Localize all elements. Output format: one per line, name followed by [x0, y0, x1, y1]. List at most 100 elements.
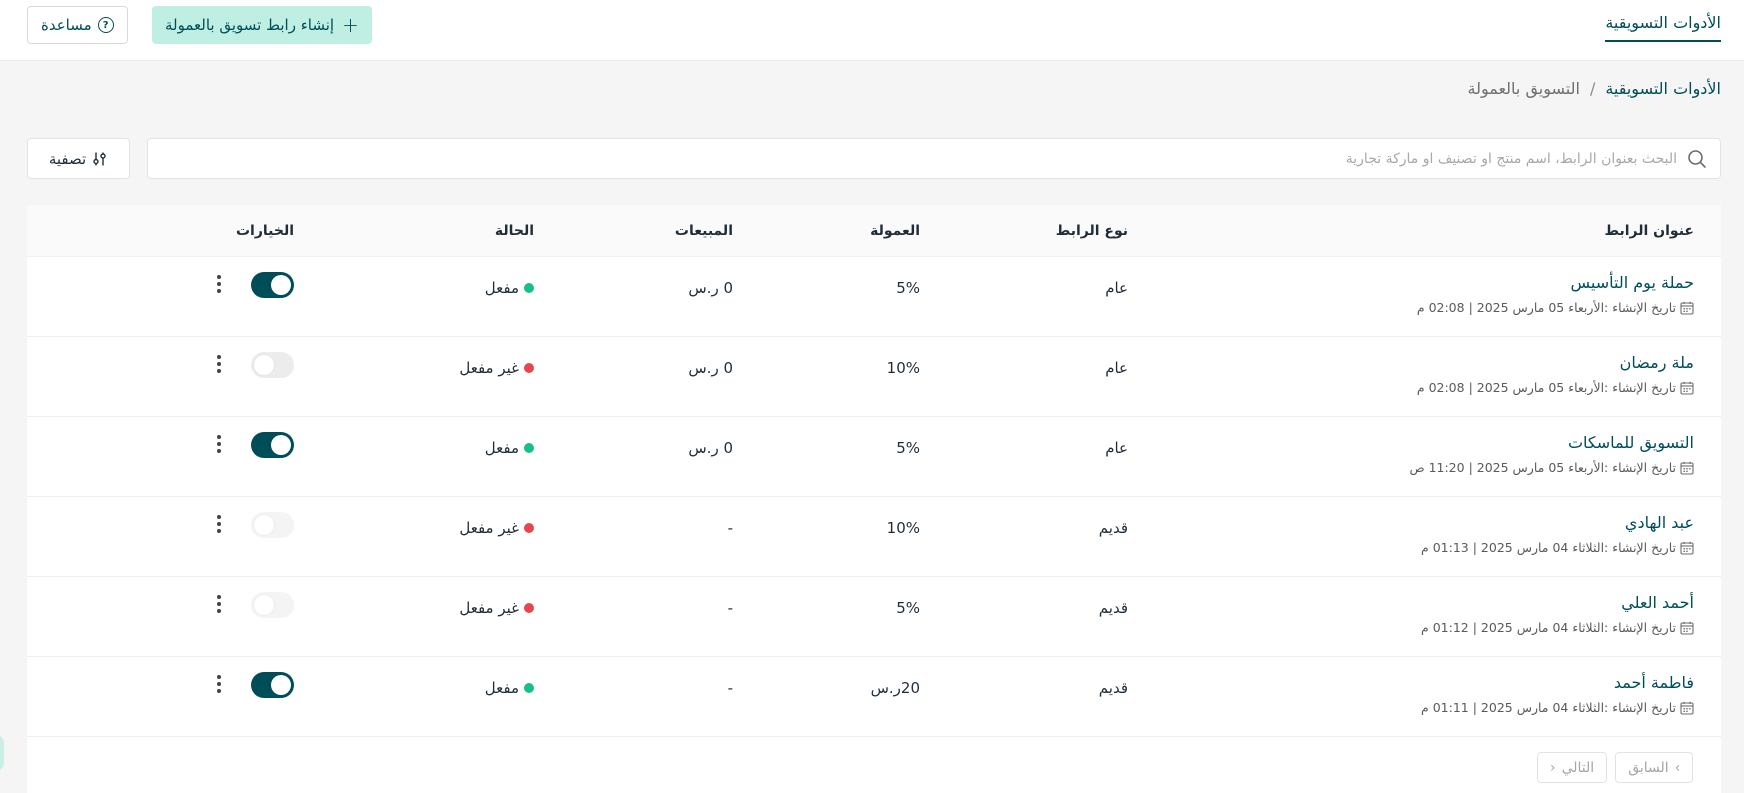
commission-value: 10% [886, 519, 920, 537]
status-dot-icon [524, 523, 534, 533]
status-label: مفعل [484, 679, 519, 697]
column-header-commission: العمولة [870, 223, 920, 239]
status-dot-icon [524, 283, 534, 293]
status-toggle[interactable] [251, 432, 294, 458]
commission-value: 5% [896, 599, 920, 617]
created-date: تاريخ الإنشاء :الأربعاء 05 مارس 2025 | 1… [1409, 460, 1694, 475]
status-toggle[interactable] [251, 512, 294, 538]
toggle-knob [271, 275, 291, 295]
created-date: تاريخ الإنشاء :الثلاثاء 04 مارس 2025 | 0… [1421, 540, 1694, 555]
more-options-icon[interactable] [212, 674, 226, 694]
commission-value: 10% [886, 359, 920, 377]
status-label: مفعل [484, 439, 519, 457]
toggle-knob [271, 675, 291, 695]
more-options-icon[interactable] [212, 354, 226, 374]
status-label: غير مفعل [459, 359, 519, 377]
affiliate-links-table: عنوان الرابط نوع الرابط العمولة المبيعات… [27, 205, 1721, 793]
status-toggle[interactable] [251, 672, 294, 698]
status-dot-icon [524, 683, 534, 693]
table-row: عبد الهادي تاريخ الإنشاء :الثلاثاء 04 ما… [27, 497, 1721, 577]
top-bar: الأدوات التسويقية + إنشاء رابط تسويق بال… [0, 0, 1744, 61]
link-title[interactable]: التسويق للماسكات [1568, 433, 1694, 452]
more-options-icon[interactable] [212, 514, 226, 534]
link-title[interactable]: أحمد العلي [1621, 593, 1694, 612]
created-date-text: تاريخ الإنشاء :الثلاثاء 04 مارس 2025 | 0… [1421, 540, 1676, 555]
status-toggle[interactable] [251, 352, 294, 378]
filter-button[interactable]: تصفية [27, 138, 130, 179]
created-date: تاريخ الإنشاء :الأربعاء 05 مارس 2025 | 0… [1417, 380, 1694, 395]
toggle-knob [254, 355, 274, 375]
status-toggle[interactable] [251, 272, 294, 298]
sales-value: 0 ر.س [688, 439, 733, 457]
prev-page-button[interactable]: › السابق [1615, 752, 1694, 783]
created-date-text: تاريخ الإنشاء :الثلاثاء 04 مارس 2025 | 0… [1421, 700, 1676, 715]
column-header-options: الخيارات [235, 223, 294, 239]
toggle-knob [271, 435, 291, 455]
status-badge: مفعل [485, 679, 534, 697]
table-row: أحمد العلي تاريخ الإنشاء :الثلاثاء 04 ما… [27, 577, 1721, 657]
sales-value: - [727, 679, 733, 697]
side-widget-edge[interactable] [0, 735, 4, 771]
commission-value: 5% [896, 439, 920, 457]
more-options-icon[interactable] [212, 434, 226, 454]
link-title[interactable]: حملة يوم التأسيس [1571, 273, 1694, 292]
filter-label: تصفية [48, 149, 87, 168]
sales-value: - [727, 599, 733, 617]
created-date-text: تاريخ الإنشاء :الثلاثاء 04 مارس 2025 | 0… [1421, 620, 1676, 635]
calendar-icon [1680, 621, 1694, 635]
calendar-icon [1680, 301, 1694, 315]
created-date-text: تاريخ الإنشاء :الأربعاء 05 مارس 2025 | 1… [1409, 460, 1676, 475]
status-dot-icon [524, 443, 534, 453]
table-row: فاطمة أحمد تاريخ الإنشاء :الثلاثاء 04 ما… [27, 657, 1721, 737]
commission-value: 5% [896, 279, 920, 297]
sales-value: 0 ر.س [688, 279, 733, 297]
status-label: مفعل [484, 279, 519, 297]
prev-page-label: السابق [1628, 759, 1669, 776]
tab-marketing-tools[interactable]: الأدوات التسويقية [1605, 13, 1721, 42]
question-circle-icon: ? [97, 17, 114, 33]
sliders-icon [93, 152, 106, 165]
link-title[interactable]: فاطمة أحمد [1614, 673, 1694, 692]
create-affiliate-link-button[interactable]: + إنشاء رابط تسويق بالعمولة [152, 6, 372, 44]
status-badge: مفعل [485, 279, 534, 297]
search-input[interactable] [148, 139, 1677, 178]
breadcrumb-root[interactable]: الأدوات التسويقية [1605, 79, 1721, 98]
status-dot-icon [524, 603, 534, 613]
next-page-button[interactable]: التالي ‹ [1537, 752, 1608, 783]
column-header-title: عنوان الرابط [1604, 223, 1695, 239]
search-icon [1688, 149, 1706, 168]
status-toggle[interactable] [251, 592, 294, 618]
help-button[interactable]: ? مساعدة [27, 6, 128, 44]
status-badge: غير مفعل [459, 519, 534, 537]
status-badge: غير مفعل [459, 359, 534, 377]
created-date: تاريخ الإنشاء :الأربعاء 05 مارس 2025 | 0… [1417, 300, 1694, 315]
more-options-icon[interactable] [212, 274, 226, 294]
column-header-type: نوع الرابط [1055, 223, 1128, 239]
status-label: غير مفعل [459, 599, 519, 617]
sales-value: 0 ر.س [688, 359, 733, 377]
help-label: مساعدة [41, 16, 92, 34]
status-dot-icon [524, 363, 534, 373]
link-title[interactable]: عبد الهادي [1625, 513, 1694, 532]
link-type: عام [1105, 279, 1128, 297]
status-label: غير مفعل [459, 519, 519, 537]
link-title[interactable]: ملة رمضان [1620, 353, 1694, 372]
status-badge: مفعل [485, 439, 534, 457]
link-type: قديم [1098, 599, 1128, 617]
link-type: عام [1105, 359, 1128, 377]
sales-value: - [727, 519, 733, 537]
link-type: قديم [1098, 519, 1128, 537]
commission-value: 20ر.س [870, 679, 920, 697]
table-row: حملة يوم التأسيس تاريخ الإنشاء :الأربعاء… [27, 257, 1721, 337]
more-options-icon[interactable] [212, 594, 226, 614]
column-header-sales: المبيعات [674, 223, 733, 239]
chevron-right-icon: › [1674, 759, 1681, 776]
created-date: تاريخ الإنشاء :الثلاثاء 04 مارس 2025 | 0… [1421, 620, 1694, 635]
link-type: قديم [1098, 679, 1128, 697]
calendar-icon [1680, 701, 1694, 715]
link-type: عام [1105, 439, 1128, 457]
table-row: التسويق للماسكات تاريخ الإنشاء :الأربعاء… [27, 417, 1721, 497]
created-date: تاريخ الإنشاء :الثلاثاء 04 مارس 2025 | 0… [1421, 700, 1694, 715]
created-date-text: تاريخ الإنشاء :الأربعاء 05 مارس 2025 | 0… [1416, 380, 1676, 395]
search-bar [147, 138, 1721, 179]
